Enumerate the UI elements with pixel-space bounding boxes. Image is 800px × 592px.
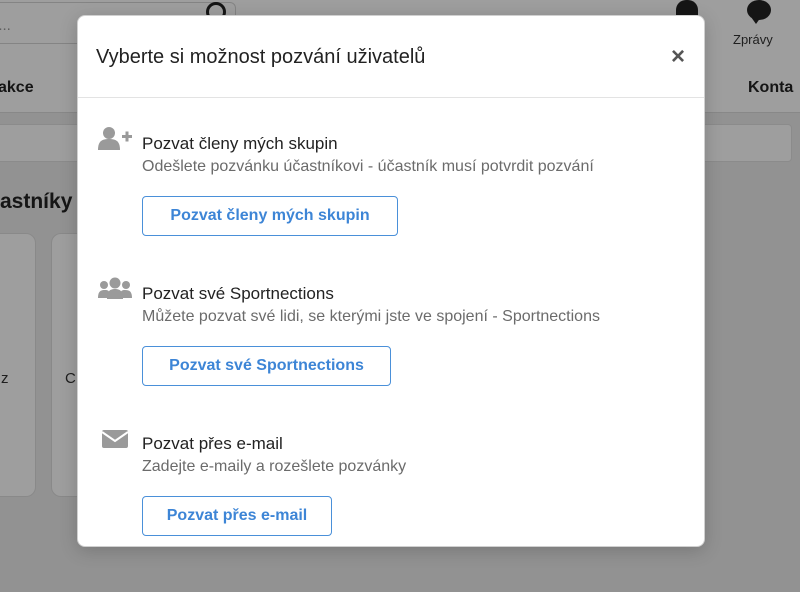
invite-groups-button[interactable]: Pozvat členy mých skupin [142, 196, 398, 236]
option-title: Pozvat své Sportnections [142, 284, 334, 303]
invite-option-email: Pozvat přes e-mail Zadejte e-maily a roz… [78, 424, 704, 564]
close-button[interactable]: × [666, 45, 690, 70]
option-description: Můžete pozvat své lidi, se kterými jste … [142, 308, 600, 325]
invite-modal: Vyberte si možnost pozvání uživatelů × P… [77, 15, 705, 547]
invite-option-groups: Pozvat členy mých skupin Odešlete pozván… [78, 124, 704, 264]
option-title: Pozvat členy mých skupin [142, 134, 338, 153]
user-plus-icon [98, 127, 132, 150]
invite-option-sportnections: Pozvat své Sportnections Můžete pozvat s… [78, 274, 704, 414]
invite-email-button[interactable]: Pozvat přes e-mail [142, 496, 332, 536]
option-description: Zadejte e-maily a rozešlete pozvánky [142, 458, 407, 475]
invite-sportnections-button[interactable]: Pozvat své Sportnections [142, 346, 391, 386]
envelope-icon [101, 430, 129, 448]
users-group-icon [98, 277, 132, 299]
option-description: Odešlete pozvánku účastníkovi - účastník… [142, 158, 594, 175]
modal-header: Vyberte si možnost pozvání uživatelů × [78, 16, 704, 98]
option-title: Pozvat přes e-mail [142, 434, 283, 453]
modal-title: Vyberte si možnost pozvání uživatelů [96, 46, 426, 68]
